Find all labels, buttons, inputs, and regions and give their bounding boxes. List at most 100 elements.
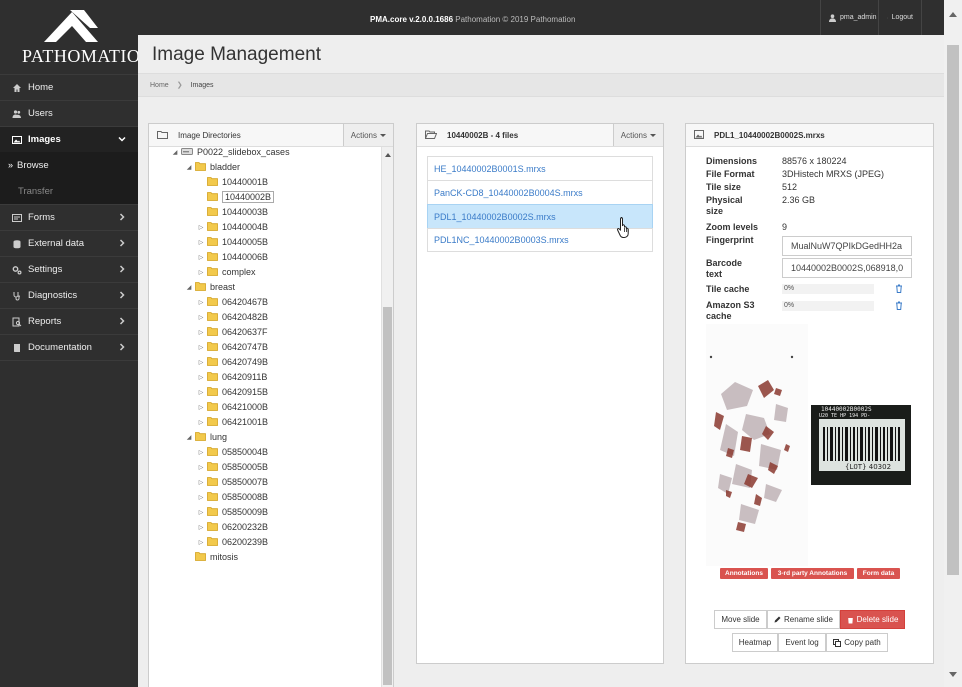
move-slide-button[interactable]: Move slide (714, 610, 767, 629)
slide-label-image[interactable]: 10440002B0002S U20 TE HP 194 PD- {L0T} 4… (811, 405, 911, 485)
tree-node[interactable]: ▷ 06420467B (197, 295, 268, 309)
nav-reports[interactable]: Reports (0, 308, 138, 334)
file-row[interactable]: PanCK-CD8_10440002B0004S.mrxs (427, 180, 653, 204)
tree-node[interactable]: ▷ 06420482B (197, 310, 268, 324)
chevron-right-icon (118, 317, 126, 328)
tree-collapsed-icon[interactable]: ▷ (197, 419, 205, 426)
files-actions-button[interactable]: Actions (612, 124, 663, 146)
directories-actions-button[interactable]: Actions (342, 124, 393, 146)
delete-slide-label: Delete slide (856, 615, 899, 624)
tree-node-label: 06420749B (222, 357, 269, 367)
tree-scrollbar[interactable] (381, 147, 393, 687)
tree-node[interactable]: ▷ 06420915B (197, 385, 268, 399)
tree-node[interactable]: 10440002B (197, 190, 275, 204)
directories-header: Image Directories Actions (149, 124, 393, 147)
tree-node[interactable]: ▷ 05850008B (197, 490, 268, 504)
tree-collapsed-icon[interactable]: ▷ (197, 464, 205, 471)
tree-collapsed-icon[interactable]: ▷ (197, 269, 205, 276)
barcode-field[interactable]: 10440002B0002S,068918,0 (782, 258, 912, 278)
tree-node[interactable]: ▷ 06200232B (197, 520, 268, 534)
tree-node[interactable]: ▷ 06421001B (197, 415, 268, 429)
delete-slide-button[interactable]: Delete slide (840, 610, 905, 629)
tree-node[interactable]: mitosis (185, 550, 238, 564)
nav-home-label: Home (28, 82, 54, 93)
tree-scroll-thumb[interactable] (383, 307, 392, 685)
nav-home[interactable]: Home (0, 74, 138, 100)
tree-collapsed-icon[interactable]: ▷ (197, 524, 205, 531)
tree-node[interactable]: ▷ 05850007B (197, 475, 268, 489)
tree-collapsed-icon[interactable]: ▷ (197, 299, 205, 306)
tree-node[interactable]: ▷ 10440004B (197, 220, 268, 234)
tree-node-label: bladder (210, 162, 241, 172)
page-scrollbar[interactable] (944, 0, 962, 687)
tree-expanded-icon[interactable]: ◢ (171, 149, 179, 156)
tree-node[interactable]: ▷ 06421000B (197, 400, 268, 414)
nav-images[interactable]: Images (0, 126, 138, 152)
nav-documentation[interactable]: Documentation (0, 334, 138, 360)
logout-button[interactable]: Logout (878, 0, 922, 35)
slide-thumbnail[interactable] (706, 324, 808, 566)
tree-collapsed-icon[interactable]: ▷ (197, 539, 205, 546)
page-scroll-thumb[interactable] (947, 45, 959, 575)
tree-node[interactable]: ▷ 06420747B (197, 340, 268, 354)
event-log-button[interactable]: Event log (778, 633, 826, 652)
tree-expanded-icon[interactable]: ◢ (185, 434, 193, 441)
tree-collapsed-icon[interactable]: ▷ (197, 314, 205, 321)
nav-settings[interactable]: Settings (0, 256, 138, 282)
tree-collapsed-icon[interactable]: ▷ (197, 479, 205, 486)
tree-expanded-icon[interactable]: ◢ (185, 164, 193, 171)
user-menu[interactable]: pma_admin (820, 0, 885, 35)
nav-external-data[interactable]: External data (0, 230, 138, 256)
trash-icon[interactable] (895, 284, 903, 296)
tree-node[interactable]: ▷ 05850005B (197, 460, 268, 474)
tree-node[interactable]: ▷ 05850004B (197, 445, 268, 459)
tree-node[interactable]: ◢ breast (185, 280, 235, 294)
tree-collapsed-icon[interactable]: ▷ (197, 404, 205, 411)
form-data-tag[interactable]: Form data (857, 568, 900, 579)
tree-collapsed-icon[interactable]: ▷ (197, 224, 205, 231)
rename-slide-button[interactable]: Rename slide (767, 610, 840, 629)
scroll-down-arrow-icon[interactable] (949, 672, 957, 677)
nav-transfer[interactable]: Transfer (0, 178, 138, 204)
tree-collapsed-icon[interactable]: ▷ (197, 359, 205, 366)
tree-node[interactable]: ◢ bladder (185, 160, 240, 174)
copy-path-button[interactable]: Copy path (826, 633, 888, 652)
nav-forms[interactable]: Forms (0, 204, 138, 230)
tree-node[interactable]: ▷ 06200239B (197, 535, 268, 549)
scroll-up-arrow-icon[interactable] (385, 153, 391, 157)
tree-collapsed-icon[interactable]: ▷ (197, 374, 205, 381)
tree-collapsed-icon[interactable]: ▷ (197, 509, 205, 516)
nav-browse[interactable]: » Browse (0, 152, 138, 178)
tree-node[interactable]: ▷ 06420911B (197, 370, 268, 384)
tree-node[interactable]: ▷ 10440006B (197, 250, 268, 264)
trash-icon[interactable] (895, 301, 903, 313)
tree-node[interactable]: 10440001B (197, 175, 268, 189)
folder-icon (207, 521, 218, 533)
nav-diagnostics[interactable]: Diagnostics (0, 282, 138, 308)
tree-node[interactable]: ◢ lung (185, 430, 227, 444)
heatmap-button[interactable]: Heatmap (732, 633, 778, 652)
nav-users[interactable]: Users (0, 100, 138, 126)
tree-collapsed-icon[interactable]: ▷ (197, 239, 205, 246)
tree-node[interactable]: ▷ 10440005B (197, 235, 268, 249)
tree-collapsed-icon[interactable]: ▷ (197, 344, 205, 351)
tree-node[interactable]: ▷ 05850009B (197, 505, 268, 519)
annotations-tag[interactable]: Annotations (720, 568, 768, 579)
tree-expanded-icon[interactable]: ◢ (185, 284, 193, 291)
tree-collapsed-icon[interactable]: ▷ (197, 329, 205, 336)
tree-node[interactable]: ▷ 06420749B (197, 355, 268, 369)
fingerprint-field[interactable]: MualNuW7QPIkDGedHH2a (782, 236, 912, 256)
tree-collapsed-icon[interactable]: ▷ (197, 494, 205, 501)
tree-collapsed-icon[interactable]: ▷ (197, 389, 205, 396)
tree-node[interactable]: ▷ complex (197, 265, 256, 279)
tree-collapsed-icon[interactable]: ▷ (197, 449, 205, 456)
breadcrumb-home[interactable]: Home (150, 82, 169, 89)
tree-node[interactable]: 10440003B (197, 205, 268, 219)
tree-node[interactable]: ◢ P0022_slidebox_cases (171, 147, 290, 159)
file-row[interactable]: HE_10440002B0001S.mrxs (427, 156, 653, 180)
scroll-up-arrow-icon[interactable] (949, 12, 957, 17)
logo[interactable]: PATHOMATION (0, 8, 153, 68)
tree-node[interactable]: ▷ 06420637F (197, 325, 268, 339)
third-party-annotations-tag[interactable]: 3-rd party Annotations (771, 568, 854, 579)
tree-collapsed-icon[interactable]: ▷ (197, 254, 205, 261)
